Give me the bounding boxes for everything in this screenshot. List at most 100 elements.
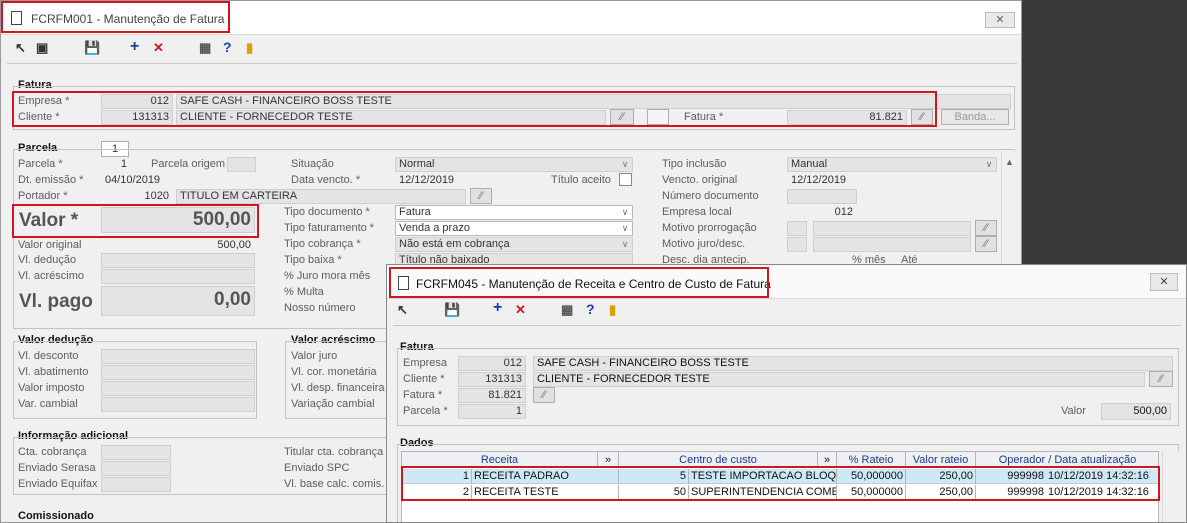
save-icon[interactable]: 💾	[84, 41, 100, 55]
banda-button[interactable]: Banda...	[941, 109, 1009, 125]
dialog-fatura-lookup[interactable]: ⁄⁄	[533, 387, 555, 403]
valor-original-label: Valor original	[18, 239, 82, 251]
tipo-cob-label: Tipo cobrança *	[284, 238, 361, 250]
portador-name-field: TITULO EM CARTEIRA	[176, 189, 466, 204]
imposto-label: Valor imposto	[18, 382, 85, 394]
dialog-delete-icon[interactable]: ✕	[515, 303, 526, 317]
dialog-door-icon[interactable]: ▮	[609, 303, 616, 317]
parcela-origem-field[interactable]	[227, 157, 256, 172]
emissao-field[interactable]: 04/10/2019	[101, 173, 173, 188]
tipo-doc-label: Tipo documento *	[284, 206, 370, 218]
dialog-help-icon[interactable]: ?	[586, 302, 595, 316]
equifax-label: Enviado Equifax	[18, 478, 98, 490]
dialog-empresa-code: 012	[458, 356, 526, 371]
desconto-field	[101, 349, 255, 364]
dialog-toolbar-divider	[393, 325, 1181, 326]
dialog-empresa-name: SAFE CASH - FINANCEIRO BOSS TESTE	[533, 356, 1173, 371]
variacao-cambial-label: Variação cambial	[291, 398, 375, 410]
vencto-original-label: Vencto. original	[662, 174, 738, 186]
dialog-fatura-label: Fatura *	[403, 389, 443, 401]
deducao-label: Vl. dedução	[18, 254, 77, 266]
dialog-cliente-label: Cliente *	[403, 373, 445, 385]
portador-lookup-button[interactable]: ⁄⁄	[470, 188, 492, 204]
titular-label: Titular cta. cobrança	[284, 446, 384, 458]
exit-icon[interactable]: ↖	[15, 41, 26, 55]
acrescimo-field	[101, 269, 255, 284]
situacao-select[interactable]: Normal ∨	[395, 157, 633, 172]
portador-code-field[interactable]: 1020	[101, 189, 173, 204]
vencto-original-field: 12/12/2019	[791, 174, 847, 186]
juro-label: % Juro mora mês	[284, 270, 371, 282]
abatimento-label: Vl. abatimento	[18, 366, 89, 378]
dialog-save-icon[interactable]: 💾	[444, 303, 460, 317]
tipo-fat-select[interactable]: Venda a prazo ∨	[395, 221, 633, 236]
dialog-cliente-lookup[interactable]: ⁄⁄	[1149, 371, 1173, 387]
add-icon[interactable]: +	[130, 39, 139, 55]
emissao-label: Dt. emissão *	[18, 174, 84, 186]
chevron-down-icon[interactable]: ∨	[618, 222, 632, 235]
tipo-inclusao-select[interactable]: Manual ∨	[787, 157, 997, 172]
tipo-fat-label: Tipo faturamento *	[284, 222, 375, 234]
parcela-field[interactable]: 1	[101, 157, 131, 172]
chevron-down-icon[interactable]: ∨	[618, 158, 632, 171]
scroll-up-icon[interactable]: ▲	[1005, 157, 1014, 167]
dialog-exit-icon[interactable]: ↖	[397, 303, 408, 317]
main-scrollbar[interactable]: ▲	[1001, 151, 1018, 271]
motivo-prorrogacao-code[interactable]	[787, 221, 807, 236]
comissionado-title: Comissionado	[18, 510, 94, 522]
juro-valor-label: Valor juro	[291, 350, 338, 362]
chevron-down-icon[interactable]: ∨	[618, 238, 632, 251]
calculator-icon[interactable]: ▦	[199, 41, 211, 55]
var-cambial-label: Var. cambial	[18, 398, 78, 410]
dialog-fatura-number: 81.821	[458, 388, 526, 403]
cta-cobranca-label: Cta. cobrança	[18, 446, 87, 458]
dialog-cliente-code: 131313	[458, 372, 526, 387]
delete-icon[interactable]: ✕	[153, 41, 164, 55]
main-close-button[interactable]: ✕	[985, 12, 1015, 28]
chevron-down-icon[interactable]: ∨	[982, 158, 996, 171]
base-calc-label: Vl. base calc. comis.	[284, 478, 385, 490]
tipo-inclusao-label: Tipo inclusão	[662, 158, 727, 170]
chevron-down-icon[interactable]: ∨	[618, 206, 632, 219]
dialog-add-icon[interactable]: +	[493, 300, 502, 316]
desconto-label: Vl. desconto	[18, 350, 79, 362]
tipo-cob-select[interactable]: Não está em cobrança ∨	[395, 237, 633, 252]
toolbar-divider	[7, 63, 1017, 64]
empresa-local-label: Empresa local	[662, 206, 732, 218]
titulo-aceito-checkbox[interactable]	[619, 173, 632, 186]
dialog-valor-field: 500,00	[1101, 403, 1171, 420]
cor-monetaria-label: Vl. cor. monetária	[291, 366, 377, 378]
motivo-juro-lookup[interactable]: ⁄⁄	[975, 236, 997, 252]
dialog-close-button[interactable]: ✕	[1150, 273, 1178, 291]
door-icon[interactable]: ▮	[246, 41, 253, 55]
vencto-label: Data vencto. *	[291, 174, 361, 186]
fatura-highlight	[12, 91, 937, 127]
dialog-window: FCRFM045 - Manutenção de Receita e Centr…	[386, 264, 1187, 523]
spc-label: Enviado SPC	[284, 462, 350, 474]
dialog-calculator-icon[interactable]: ▦	[561, 303, 573, 317]
help-icon[interactable]: ?	[223, 40, 232, 54]
valor-original-field: 500,00	[217, 239, 251, 251]
motivo-juro-label: Motivo juro/desc.	[662, 238, 746, 250]
numero-documento-field[interactable]	[787, 189, 857, 204]
motivo-juro-code[interactable]	[787, 237, 807, 252]
valor-highlight	[12, 204, 259, 238]
multa-label: % Multa	[284, 286, 324, 298]
parcela-origem-label: Parcela origem	[151, 158, 225, 170]
tipo-baixa-label: Tipo baixa *	[284, 254, 342, 266]
dialog-empresa-label: Empresa	[403, 357, 448, 369]
dialog-parcela-label: Parcela *	[403, 405, 448, 417]
vencto-field[interactable]: 12/12/2019	[395, 173, 465, 188]
deducao-field	[101, 253, 255, 268]
motivo-prorrogacao-lookup[interactable]: ⁄⁄	[975, 220, 997, 236]
abatimento-field	[101, 365, 255, 380]
dialog-valor-label: Valor	[1061, 405, 1086, 417]
tipo-doc-select[interactable]: Fatura ∨	[395, 205, 633, 220]
situacao-label: Situação	[291, 158, 334, 170]
grid-scrollbar[interactable]	[1162, 451, 1179, 522]
empresa-local-field: 012	[834, 206, 853, 218]
portador-label: Portador *	[18, 190, 68, 202]
windows-icon[interactable]: ▣	[36, 41, 48, 55]
rows-highlight	[401, 466, 1160, 501]
main-title-highlight	[1, 1, 230, 33]
